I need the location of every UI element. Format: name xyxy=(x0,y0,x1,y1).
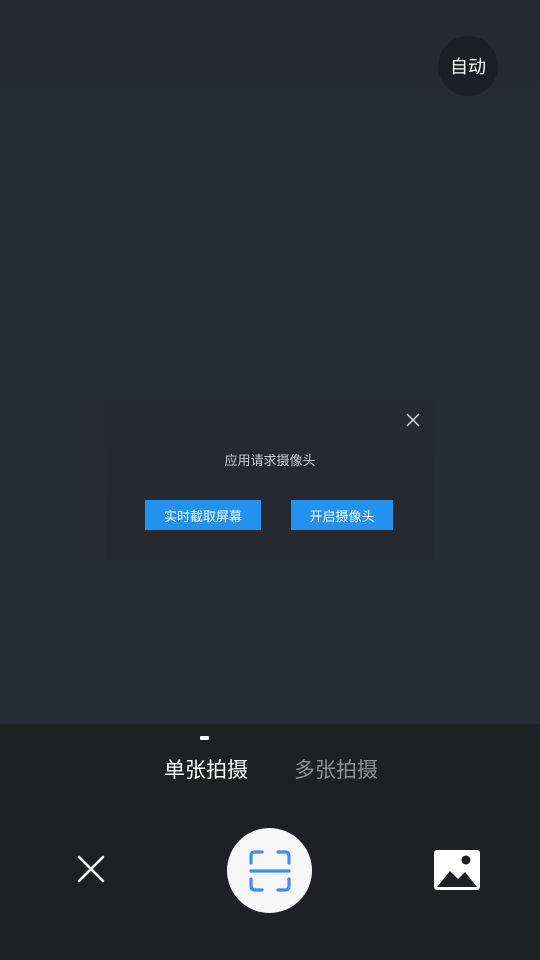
tab-single-shot[interactable]: 单张拍摄 xyxy=(164,754,248,784)
dialog-close-button[interactable] xyxy=(403,410,423,430)
auto-flash-label: 自动 xyxy=(450,57,486,78)
shutter-button[interactable] xyxy=(227,828,312,913)
close-icon xyxy=(77,855,105,883)
active-mode-indicator xyxy=(200,736,209,740)
camera-viewfinder: 自动 应用请求摄像头 实时截取屏幕 开启摄像头 xyxy=(0,0,540,724)
close-icon xyxy=(406,413,420,427)
image-icon xyxy=(434,850,480,890)
exit-camera-button[interactable] xyxy=(71,849,111,889)
open-camera-button[interactable]: 开启摄像头 xyxy=(291,500,393,530)
gallery-button[interactable] xyxy=(433,849,481,891)
screen-capture-button[interactable]: 实时截取屏幕 xyxy=(145,500,261,530)
scan-frame-icon xyxy=(248,849,291,892)
tab-multi-shot[interactable]: 多张拍摄 xyxy=(294,754,378,784)
dialog-message: 应用请求摄像头 xyxy=(224,454,316,469)
capture-controls: 单张拍摄 多张拍摄 xyxy=(0,724,540,960)
camera-permission-dialog: 应用请求摄像头 实时截取屏幕 开启摄像头 xyxy=(105,400,435,560)
auto-flash-button[interactable]: 自动 xyxy=(438,36,498,96)
